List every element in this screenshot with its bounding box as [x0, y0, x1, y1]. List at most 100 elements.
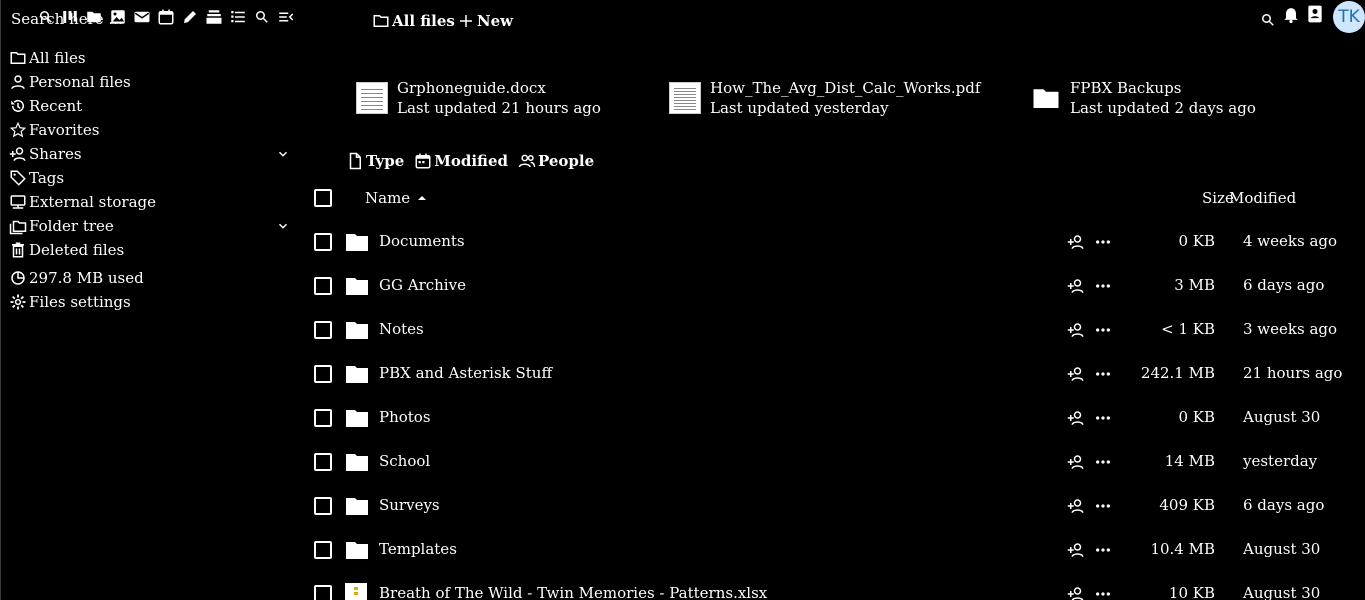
share-icon[interactable] — [1066, 497, 1086, 515]
row-checkbox[interactable] — [314, 497, 332, 515]
file-name[interactable]: Breath of The Wild - Twin Memories - Pat… — [379, 584, 767, 600]
sidebar-item-label: Favorites — [29, 121, 100, 139]
menu-collapse-icon[interactable] — [277, 8, 295, 26]
share-icon[interactable] — [1066, 277, 1086, 295]
more-actions-icon[interactable] — [1095, 453, 1111, 471]
folder-icon — [10, 52, 26, 64]
file-name[interactable]: Notes — [379, 320, 424, 338]
row-checkbox[interactable] — [314, 409, 332, 427]
share-icon[interactable] — [1066, 409, 1086, 427]
sidebar-item-personal-files[interactable]: Personal files — [9, 70, 294, 94]
sidebar-item-label: Deleted files — [29, 241, 125, 259]
file-name[interactable]: GG Archive — [379, 276, 466, 294]
table-row[interactable]: Surveys 409 KB 6 days ago — [301, 484, 1361, 528]
table-row[interactable]: Photos 0 KB August 30 — [301, 396, 1361, 440]
sidebar-item-external-storage[interactable]: External storage — [9, 190, 294, 214]
chevron-down-icon[interactable] — [276, 219, 290, 233]
more-actions-icon[interactable] — [1095, 541, 1111, 559]
folder-icon — [344, 230, 370, 254]
filter-modified-button[interactable]: Modified — [414, 152, 508, 170]
recommended-file[interactable]: FPBX Backups Last updated 2 days ago — [1031, 78, 1256, 118]
row-checkbox[interactable] — [314, 233, 332, 251]
row-checkbox[interactable] — [314, 277, 332, 295]
recommended-file[interactable]: How_The_Avg_Dist_Calc_Works.pdf Last upd… — [669, 78, 980, 118]
new-button[interactable]: New — [457, 12, 513, 30]
calendar-icon[interactable] — [157, 8, 175, 26]
sort-ascending-icon — [418, 196, 427, 200]
table-row[interactable]: School 14 MB yesterday — [301, 440, 1361, 484]
file-modified: August 30 — [1243, 584, 1321, 600]
file-size: 10.4 MB — [1150, 540, 1215, 558]
more-actions-icon[interactable] — [1095, 497, 1111, 515]
share-icon[interactable] — [1066, 541, 1086, 559]
sidebar-item-folder-tree[interactable]: Folder tree — [9, 214, 294, 238]
filter-people-button[interactable]: People — [518, 152, 594, 170]
contacts-icon[interactable] — [1305, 4, 1325, 24]
search-icon[interactable] — [1259, 11, 1277, 29]
row-checkbox[interactable] — [314, 453, 332, 471]
file-name[interactable]: Templates — [379, 540, 457, 558]
share-icon[interactable] — [1066, 365, 1086, 383]
sidebar-item-shares[interactable]: Shares — [9, 142, 294, 166]
share-icon[interactable] — [1066, 233, 1086, 251]
search-icon[interactable] — [37, 8, 55, 26]
row-checkbox[interactable] — [314, 541, 332, 559]
sidebar-item-tags[interactable]: Tags — [9, 166, 294, 190]
share-icon[interactable] — [1066, 453, 1086, 471]
recommended-file[interactable]: Grphoneguide.docx Last updated 21 hours … — [356, 78, 601, 118]
breadcrumb-all-files[interactable]: All files — [372, 12, 455, 30]
row-checkbox[interactable] — [314, 321, 332, 339]
files-settings-button[interactable]: Files settings — [9, 290, 294, 314]
tag-icon — [10, 170, 26, 186]
sidebar-item-deleted-files[interactable]: Deleted files — [9, 238, 294, 262]
file-modified: August 30 — [1243, 540, 1321, 558]
more-actions-icon[interactable] — [1095, 365, 1111, 383]
more-actions-icon[interactable] — [1095, 321, 1111, 339]
files-icon[interactable] — [85, 8, 103, 26]
header-right-actions: TK — [1259, 0, 1365, 33]
photos-icon[interactable] — [109, 8, 127, 26]
share-icon[interactable] — [1066, 321, 1086, 339]
sidebar-item-favorites[interactable]: Favorites — [9, 118, 294, 142]
more-actions-icon[interactable] — [1095, 409, 1111, 427]
dashboard-icon[interactable] — [61, 8, 79, 26]
more-actions-icon[interactable] — [1095, 585, 1111, 600]
mail-icon[interactable] — [133, 8, 151, 26]
file-name[interactable]: School — [379, 452, 430, 470]
column-name-label: Name — [365, 189, 411, 207]
sidebar-item-all-files[interactable]: All files — [9, 46, 294, 70]
file-size: 0 KB — [1178, 232, 1215, 250]
table-row[interactable]: GG Archive 3 MB 6 days ago — [301, 264, 1361, 308]
table-row[interactable]: Breath of The Wild - Twin Memories - Pat… — [301, 572, 1361, 600]
sidebar-item-recent[interactable]: Recent — [9, 94, 294, 118]
table-row[interactable]: Documents 0 KB 4 weeks ago — [301, 220, 1361, 264]
table-row[interactable]: PBX and Asterisk Stuff 242.1 MB 21 hours a… — [301, 352, 1361, 396]
file-name[interactable]: PBX and Asterisk Stuff — [379, 364, 552, 382]
quota-label: 297.8 MB used — [29, 269, 144, 287]
tasks-icon[interactable] — [229, 8, 247, 26]
file-size: 10 KB — [1168, 584, 1215, 600]
filter-type-button[interactable]: Type — [346, 152, 404, 170]
table-row[interactable]: Templates 10.4 MB August 30 — [301, 528, 1361, 572]
deck-icon[interactable] — [205, 8, 223, 26]
table-row[interactable]: Notes < 1 KB 3 weeks ago — [301, 308, 1361, 352]
sidebar: All files Personal files Recent Favorite… — [9, 46, 294, 314]
file-name[interactable]: Surveys — [379, 496, 440, 514]
bell-icon[interactable] — [1281, 4, 1301, 24]
file-name[interactable]: Documents — [379, 232, 465, 250]
select-all-checkbox[interactable] — [314, 189, 332, 207]
file-name[interactable]: Photos — [379, 408, 431, 426]
share-icon[interactable] — [1066, 585, 1086, 600]
row-checkbox[interactable] — [314, 585, 332, 600]
more-actions-icon[interactable] — [1095, 233, 1111, 251]
row-checkbox[interactable] — [314, 365, 332, 383]
chevron-down-icon[interactable] — [276, 147, 290, 161]
column-modified-header[interactable]: Modified — [1229, 189, 1296, 213]
more-actions-icon[interactable] — [1095, 277, 1111, 295]
unified-search-icon[interactable] — [253, 8, 271, 26]
people-icon — [518, 154, 536, 168]
notes-icon[interactable] — [181, 8, 199, 26]
column-name-header[interactable]: Name — [365, 186, 428, 210]
avatar[interactable]: TK — [1333, 1, 1365, 33]
filter-people-label: People — [538, 152, 595, 170]
